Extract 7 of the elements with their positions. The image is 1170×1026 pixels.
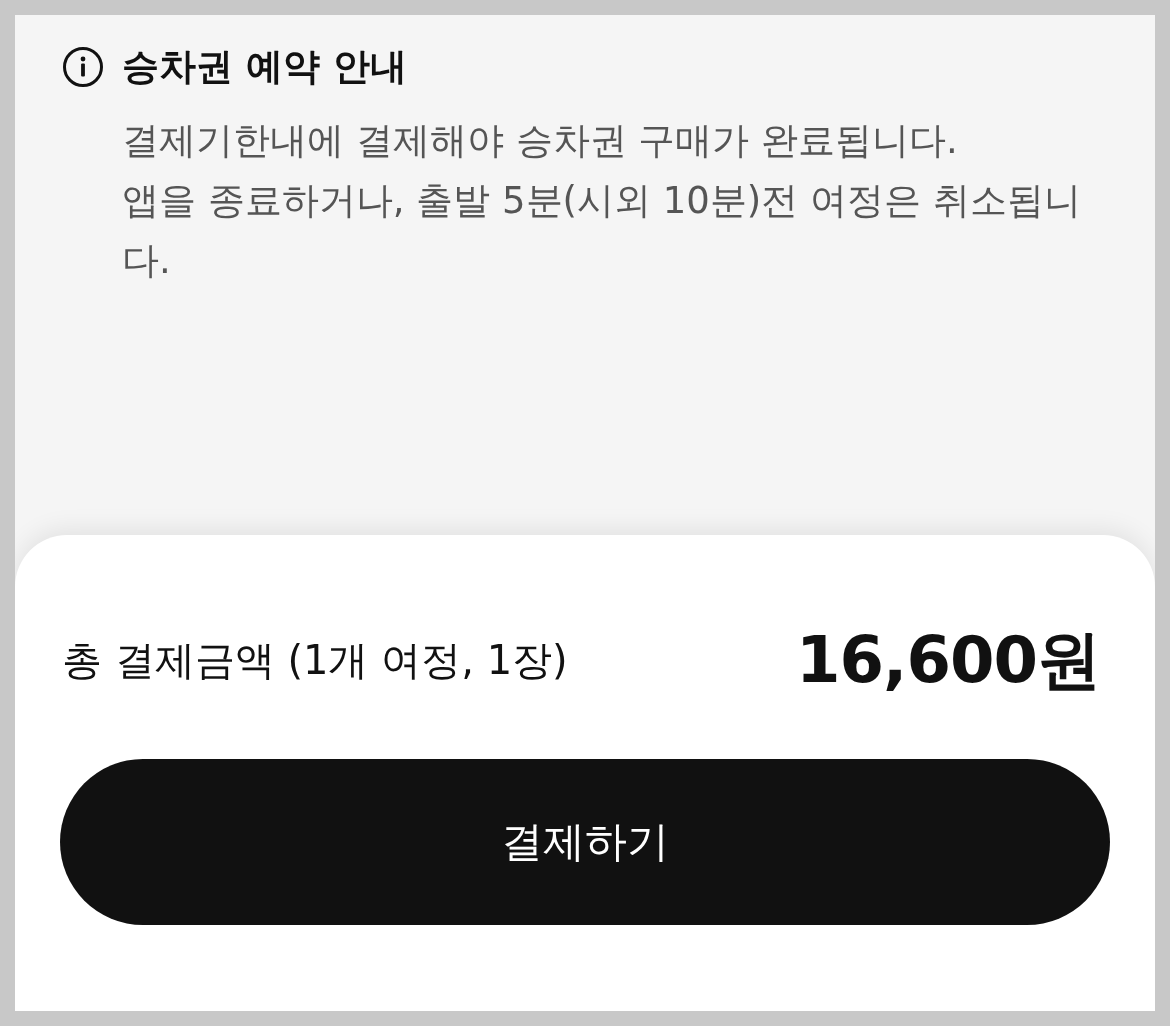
notice-title: 승차권 예약 안내: [122, 44, 407, 90]
info-icon: [63, 47, 103, 87]
total-amount: 16,600원: [796, 621, 1100, 699]
notice-text: 앱을 종료하거나, 출발 5분(시외 10분)전 여정은 취소됩니다.: [122, 178, 1082, 284]
pay-button[interactable]: 결제하기: [60, 759, 1110, 925]
notice-text: 결제기한내에 결제해야 승차권 구매가 완료됩니다.: [122, 118, 959, 164]
total-label: 총 결제금액 (1개 여정, 1장): [62, 635, 568, 685]
